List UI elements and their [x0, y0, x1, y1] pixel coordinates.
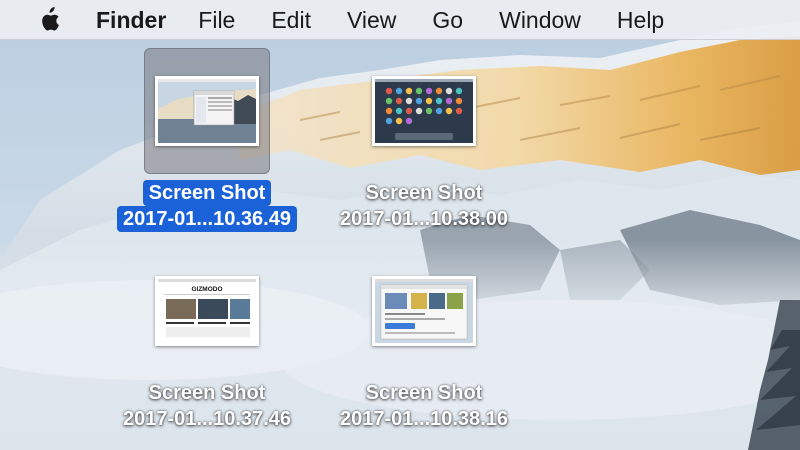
menu-view[interactable]: View [347, 0, 396, 40]
file-name-line-2: 2017-01...10.38.00 [340, 208, 508, 230]
gizmodo-logo-text: GIZMODO [191, 286, 222, 293]
file-name-line-1: Screen Shot [365, 382, 483, 404]
screenshot-preview-image [158, 79, 256, 143]
desktop-file-icon[interactable]: Screen Shot 2017-01...10.38.16 [304, 248, 544, 432]
file-thumbnail-selection[interactable] [361, 48, 487, 174]
file-thumbnail[interactable] [372, 276, 476, 346]
file-name-line-2: 2017-01...10.38.16 [340, 408, 508, 430]
menu-help[interactable]: Help [617, 0, 664, 40]
menu-go[interactable]: Go [432, 0, 463, 40]
screenshot-preview-image: GIZMODO [158, 279, 256, 343]
file-thumbnail-selection[interactable] [144, 48, 270, 174]
desktop-file-icon[interactable]: Screen Shot 2017-01...10.36.49 [87, 48, 327, 232]
file-thumbnail-selection[interactable]: GIZMODO [144, 248, 270, 374]
screenshot-preview-image [375, 279, 473, 343]
file-thumbnail[interactable]: GIZMODO [155, 276, 259, 346]
menu-bar: Finder File Edit View Go Window Help [0, 0, 800, 40]
menu-edit[interactable]: Edit [271, 0, 311, 40]
screenshot-preview-image [375, 79, 473, 143]
desktop[interactable]: Finder File Edit View Go Window Help Scr… [0, 0, 800, 450]
menu-file[interactable]: File [198, 0, 235, 40]
file-thumbnail[interactable] [372, 76, 476, 146]
file-name-label[interactable]: Screen Shot 2017-01...10.38.16 [304, 380, 544, 432]
file-thumbnail[interactable] [155, 76, 259, 146]
file-name-label[interactable]: Screen Shot 2017-01...10.38.00 [304, 180, 544, 232]
file-name-line-2: 2017-01...10.37.46 [123, 408, 291, 430]
apple-menu[interactable] [36, 6, 62, 33]
menu-window[interactable]: Window [499, 0, 581, 40]
menu-app-name[interactable]: Finder [96, 0, 166, 40]
file-thumbnail-selection[interactable] [361, 248, 487, 374]
file-name-line-2: 2017-01...10.36.49 [117, 206, 297, 232]
desktop-file-icon[interactable]: GIZMODO Screen Shot 2017-01...10.37.46 [87, 248, 327, 432]
file-name-line-1: Screen Shot [365, 182, 483, 204]
file-name-line-1: Screen Shot [142, 180, 272, 206]
file-name-label[interactable]: Screen Shot 2017-01...10.37.46 [87, 380, 327, 432]
file-name-label[interactable]: Screen Shot 2017-01...10.36.49 [87, 180, 327, 232]
apple-logo-icon [42, 6, 59, 30]
desktop-file-icon[interactable]: Screen Shot 2017-01...10.38.00 [304, 48, 544, 232]
file-name-line-1: Screen Shot [148, 382, 266, 404]
